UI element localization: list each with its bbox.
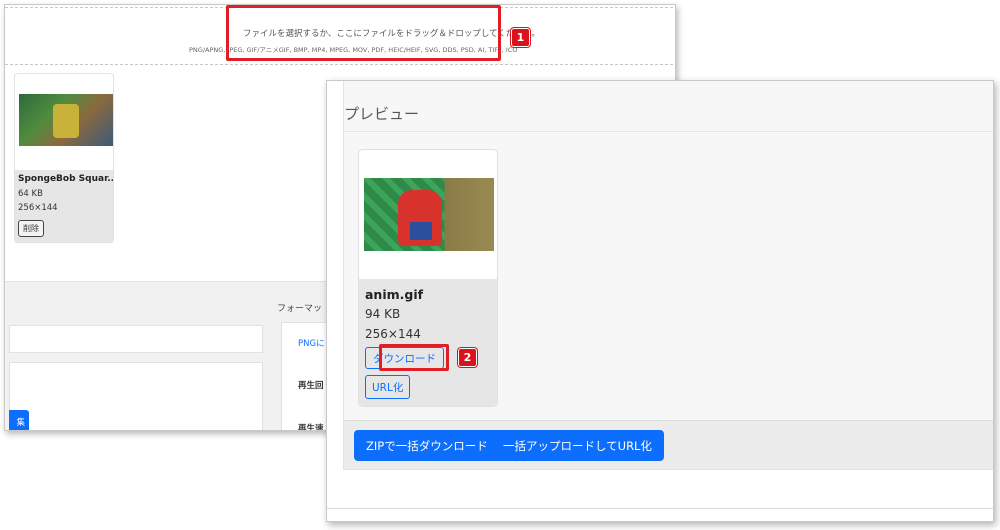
- preview-file-info: anim.gif 94 KB 256×144 ダウンロード URL化: [359, 279, 497, 406]
- preview-panel: プレビュー anim.gif 94 KB 256×144 ダウンロード URL化…: [343, 81, 993, 470]
- zip-download-button[interactable]: ZIPで一括ダウンロード: [354, 430, 500, 461]
- bulk-upload-url-button[interactable]: 一括アップロードしてURL化: [491, 430, 664, 461]
- uploaded-file-card: SpongeBob Squar... 64 KB 256×144 削除: [14, 73, 114, 243]
- playback-speed-label: 再生速: [298, 424, 324, 431]
- divider: [327, 508, 993, 509]
- callout-box-1: [226, 5, 501, 61]
- file-dimensions: 256×144: [18, 203, 58, 213]
- preview-file-dimensions: 256×144: [365, 327, 421, 341]
- file-info: SpongeBob Squar... 64 KB 256×144 削除: [15, 170, 114, 242]
- edit-button[interactable]: 集: [9, 410, 29, 430]
- url-button[interactable]: URL化: [365, 375, 411, 399]
- preview-file-size: 94 KB: [365, 307, 401, 321]
- settings-input[interactable]: [9, 325, 263, 353]
- png-convert-link[interactable]: PNGに: [298, 337, 325, 349]
- gif-thumbnail: [364, 178, 494, 251]
- bulk-action-bar: ZIPで一括ダウンロード 一括アップロードしてURL化: [344, 420, 993, 469]
- callout-box-2: [379, 344, 449, 371]
- format-label: フォーマッ: [277, 304, 323, 314]
- settings-panel: [9, 362, 263, 430]
- file-name: SpongeBob Squar...: [18, 174, 114, 184]
- callout-badge-2: 2: [458, 348, 477, 367]
- callout-badge-1: 1: [511, 28, 530, 47]
- delete-button[interactable]: 削除: [18, 220, 44, 237]
- file-thumbnail: [19, 94, 113, 146]
- loop-count-label: 再生回: [298, 381, 324, 391]
- file-size: 64 KB: [18, 189, 43, 199]
- preview-title: プレビュー: [344, 105, 420, 123]
- preview-file-name: anim.gif: [365, 287, 424, 302]
- preview-window: プレビュー anim.gif 94 KB 256×144 ダウンロード URL化…: [326, 80, 994, 522]
- preview-header: プレビュー: [344, 81, 993, 132]
